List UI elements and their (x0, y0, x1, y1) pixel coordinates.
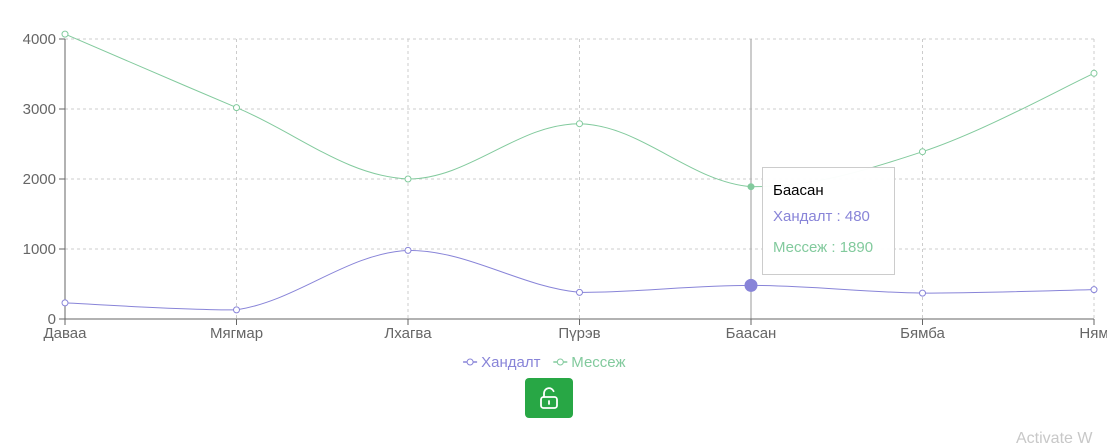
tooltip-row-messages: Мессеж : 1890 (773, 239, 874, 256)
lock-open-icon (540, 387, 558, 409)
data-point (233, 306, 240, 314)
data-point (919, 289, 926, 297)
y-tick-label: 1000 (23, 241, 56, 258)
data-point (61, 30, 69, 38)
legend-item-1[interactable]: Мессеж (553, 354, 626, 371)
legend-label: Мессеж (571, 354, 625, 371)
x-tick-label: Пүрэв (558, 325, 600, 342)
data-point (919, 148, 926, 156)
tooltip-row-visits: Хандалт : 480 (773, 208, 870, 225)
legend-marker-icon (466, 358, 474, 366)
active-point (744, 278, 758, 292)
lock-button[interactable] (525, 378, 573, 418)
legend[interactable]: Хандалт Мессеж (463, 354, 626, 371)
x-tick-label: Лхагва (384, 325, 432, 342)
x-tick-label: Баасан (726, 325, 777, 342)
x-tick-label: Мягмар (210, 325, 263, 342)
data-point (233, 104, 240, 112)
data-point (1090, 286, 1098, 294)
x-tick-label: Даваа (44, 325, 88, 342)
tooltip-title: Баасан (773, 182, 824, 199)
data-point (576, 120, 583, 128)
legend-marker-icon (556, 358, 564, 366)
y-tick-label: 4000 (23, 31, 56, 48)
axes: 01000200030004000Даваа Мягмар Лхагва Пүрэв Б… (23, 31, 1107, 342)
legend-label: Хандалт (481, 354, 540, 371)
legend-item-0[interactable]: Хандалт (463, 354, 541, 371)
active-point (747, 183, 755, 191)
data-point (1090, 69, 1098, 77)
x-tick-label: Ням (1079, 325, 1107, 342)
data-point (404, 175, 412, 183)
data-point (404, 246, 412, 254)
series-line-1 (64, 33, 1095, 188)
watermark: Activate W (1016, 430, 1093, 446)
tooltip: Баасан Хандалт : 480 Мессеж : 1890 (762, 167, 895, 275)
grid (64, 38, 1095, 319)
chart-container: 0 1000 2000 3000 4000 Даваа Мягмар Лхагва Пүрэв Б… (0, 0, 1107, 446)
x-tick-label: Бямба (900, 325, 945, 342)
y-tick-label: 2000 (23, 171, 56, 188)
y-tick-label: 3000 (23, 101, 56, 118)
data-point (576, 288, 583, 296)
data-point (61, 299, 69, 307)
